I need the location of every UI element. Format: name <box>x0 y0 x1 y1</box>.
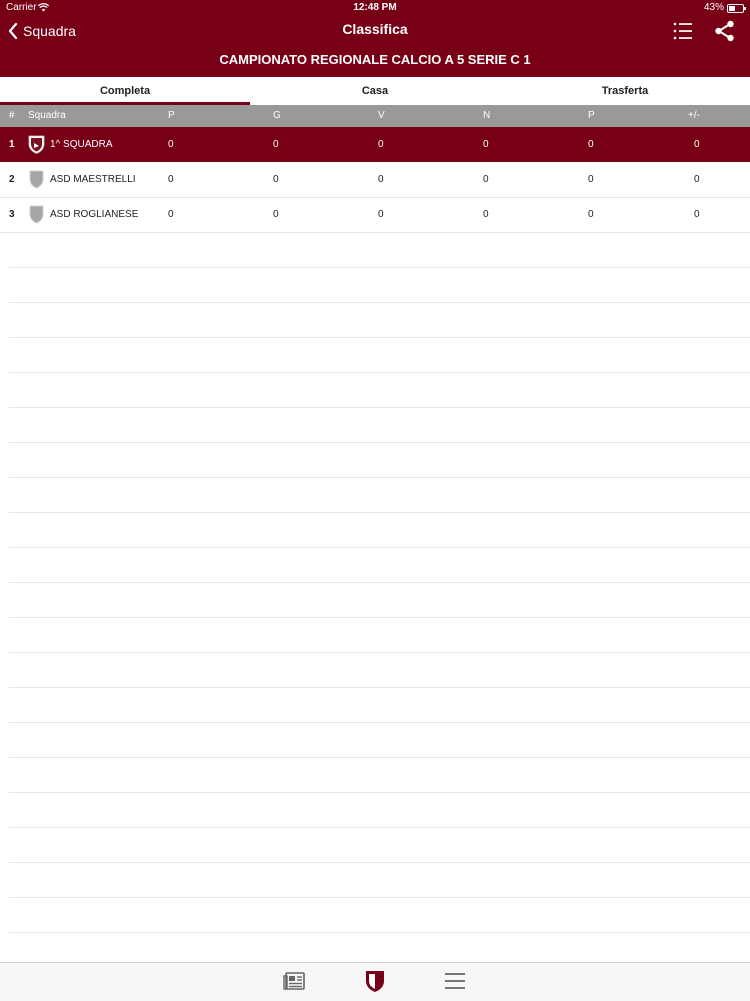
table-row[interactable]: 1 1^ SQUADRA 0 0 0 0 0 0 <box>0 127 750 162</box>
row-lost: 0 <box>588 139 594 150</box>
chevron-left-icon <box>8 23 18 39</box>
empty-row-divider <box>9 862 750 863</box>
back-button-label: Squadra <box>23 23 76 39</box>
row-drawn: 0 <box>483 139 489 150</box>
row-played: 0 <box>273 174 279 185</box>
table-row[interactable]: 3 ASD ROGLIANESE 0 0 0 0 0 0 <box>0 197 750 233</box>
empty-row-divider <box>9 827 750 828</box>
team-crest-icon <box>29 205 44 224</box>
clock: 12:48 PM <box>353 2 397 13</box>
row-won: 0 <box>378 139 384 150</box>
row-points: 0 <box>168 209 174 220</box>
row-points: 0 <box>168 139 174 150</box>
news-icon[interactable] <box>283 969 307 993</box>
row-won: 0 <box>378 209 384 220</box>
list-icon[interactable] <box>672 20 694 42</box>
table-row[interactable]: 2 ASD MAESTRELLI 0 0 0 0 0 0 <box>0 162 750 198</box>
row-drawn: 0 <box>483 209 489 220</box>
status-bar: Carrier 12:48 PM 43% <box>0 0 750 16</box>
row-team-name: ASD MAESTRELLI <box>50 173 136 185</box>
tab-casa[interactable]: Casa <box>250 77 500 105</box>
empty-row-divider <box>9 792 750 793</box>
team-crest-icon <box>28 135 45 154</box>
row-goal-diff: 0 <box>694 139 700 150</box>
column-header-played: G <box>273 110 281 121</box>
empty-row-divider <box>9 932 750 933</box>
tab-completa[interactable]: Completa <box>0 77 250 105</box>
row-drawn: 0 <box>483 174 489 185</box>
column-header-lost: P <box>588 110 595 121</box>
empty-row-divider <box>9 372 750 373</box>
shield-icon[interactable] <box>363 969 387 993</box>
empty-row-divider <box>9 897 750 898</box>
back-button[interactable]: Squadra <box>8 20 76 42</box>
column-header-goal-diff: +/- <box>688 110 700 121</box>
empty-row-divider <box>9 582 750 583</box>
championship-title: CAMPIONATO REGIONALE CALCIO A 5 SERIE C … <box>219 52 531 67</box>
empty-row-divider <box>9 547 750 548</box>
row-points: 0 <box>168 174 174 185</box>
row-won: 0 <box>378 174 384 185</box>
page-title: Classifica <box>342 21 408 37</box>
empty-row-divider <box>9 652 750 653</box>
row-lost: 0 <box>588 174 594 185</box>
menu-icon[interactable] <box>443 969 467 993</box>
empty-row-divider <box>9 687 750 688</box>
battery-percentage: 43% <box>703 2 724 13</box>
battery-icon <box>727 4 746 13</box>
column-header-position: # <box>9 110 15 121</box>
row-played: 0 <box>273 209 279 220</box>
table-header: # Squadra P G V N P +/- <box>0 105 750 127</box>
row-position: 2 <box>9 174 15 185</box>
empty-row-divider <box>9 337 750 338</box>
column-header-drawn: N <box>483 110 491 121</box>
row-position: 3 <box>9 209 15 220</box>
row-position: 1 <box>9 139 15 150</box>
column-header-team: Squadra <box>28 110 66 121</box>
empty-row-divider <box>9 617 750 618</box>
row-goal-diff: 0 <box>694 209 700 220</box>
empty-row-divider <box>9 512 750 513</box>
row-team-name: 1^ SQUADRA <box>50 138 113 150</box>
row-team-name: ASD ROGLIANESE <box>50 208 139 220</box>
column-header-won: V <box>378 110 385 121</box>
empty-row-divider <box>9 407 750 408</box>
tab-bar: Completa Casa Trasferta <box>0 77 750 105</box>
row-played: 0 <box>273 139 279 150</box>
empty-row-divider <box>9 267 750 268</box>
empty-row-divider <box>9 302 750 303</box>
row-lost: 0 <box>588 209 594 220</box>
bottom-tab-bar <box>0 962 750 1001</box>
navigation-bar: Squadra Classifica <box>0 16 750 46</box>
row-goal-diff: 0 <box>694 174 700 185</box>
empty-row-divider <box>9 442 750 443</box>
share-icon[interactable] <box>714 20 736 42</box>
empty-row-divider <box>9 477 750 478</box>
empty-row-divider <box>9 722 750 723</box>
empty-row-divider <box>9 757 750 758</box>
tab-trasferta[interactable]: Trasferta <box>500 77 750 105</box>
team-crest-icon <box>29 170 44 189</box>
column-header-points: P <box>168 110 175 121</box>
top-bar: Carrier 12:48 PM 43% Squadra Classifica … <box>0 0 750 77</box>
